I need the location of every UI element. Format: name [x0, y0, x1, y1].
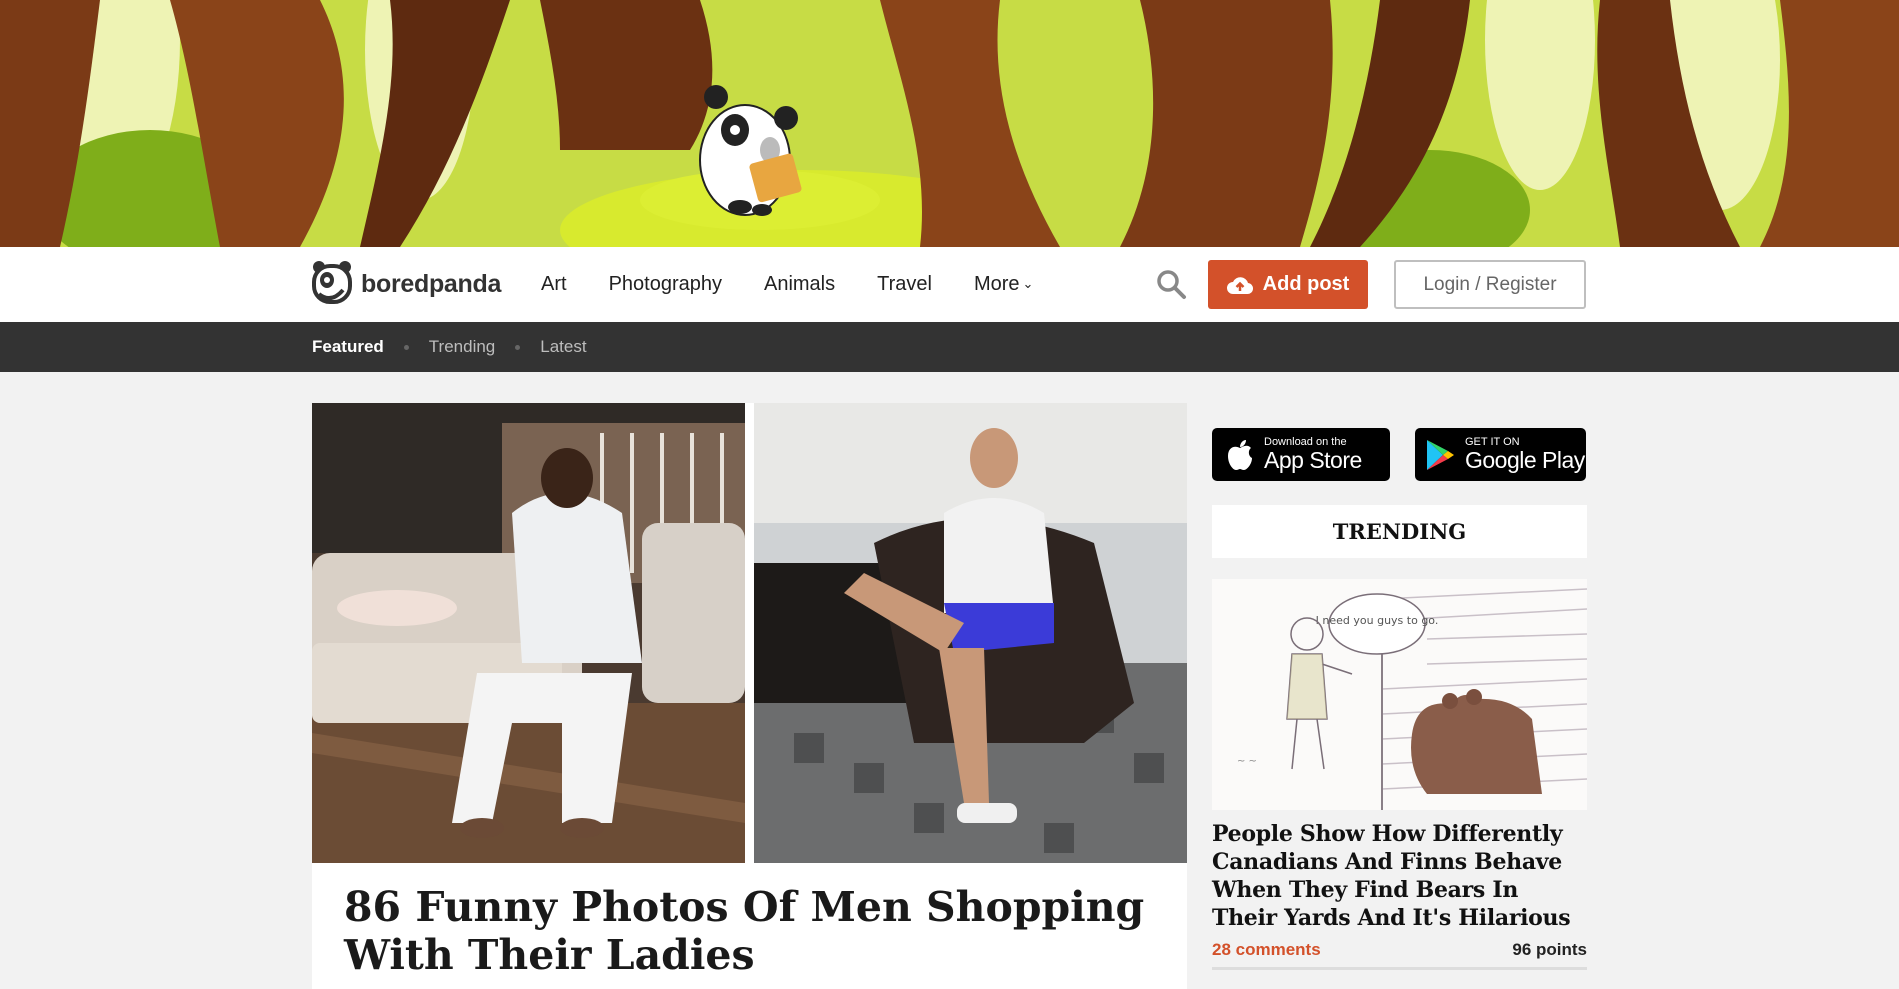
- separator-dot: [515, 344, 521, 350]
- category-menu: Art Photography Animals Travel More ⌄: [541, 247, 1075, 322]
- tab-featured[interactable]: Featured: [312, 337, 384, 357]
- header-banner: [0, 0, 1899, 247]
- nav-item-animals[interactable]: Animals: [764, 273, 835, 296]
- google-play-big-text: Google Play: [1465, 447, 1585, 473]
- app-store-button[interactable]: Download on the App Store: [1212, 428, 1390, 481]
- main-navbar: boredpanda Art Photography Animals Trave…: [0, 247, 1899, 322]
- featured-article-image[interactable]: [312, 403, 1187, 863]
- trending-post-card: I need you guys to go. ~ ~ People Show H…: [1212, 579, 1587, 970]
- trending-header: TRENDING: [1212, 505, 1587, 558]
- featured-article-card: 86 Funny Photos Of Men Shopping With The…: [312, 403, 1187, 989]
- photo-man-asleep-in-store: [312, 403, 745, 863]
- separator-dot: [403, 344, 409, 350]
- tab-latest[interactable]: Latest: [540, 337, 586, 357]
- nav-item-art[interactable]: Art: [541, 273, 567, 296]
- panda-logo-icon: [312, 261, 352, 304]
- add-post-button[interactable]: Add post: [1208, 260, 1368, 309]
- featured-article-title[interactable]: 86 Funny Photos Of Men Shopping With The…: [344, 883, 1164, 979]
- google-play-button[interactable]: GET IT ON Google Play: [1415, 428, 1586, 481]
- trending-post-image[interactable]: I need you guys to go. ~ ~: [1212, 579, 1587, 810]
- app-store-big-text: App Store: [1264, 447, 1362, 473]
- photo-man-sitting-in-mall: [754, 403, 1187, 863]
- tab-trending[interactable]: Trending: [429, 337, 495, 357]
- cloud-upload-icon: [1226, 276, 1253, 294]
- apple-icon: [1228, 439, 1252, 470]
- comic-bear-illustration: I need you guys to go. ~ ~: [1212, 579, 1587, 810]
- site-logo[interactable]: boredpanda: [311, 260, 501, 308]
- login-register-button[interactable]: Login / Register: [1394, 260, 1586, 309]
- trending-post-meta: 28 comments 96 points: [1212, 940, 1587, 960]
- brand-name: boredpanda: [361, 269, 502, 298]
- add-post-label: Add post: [1262, 273, 1350, 295]
- nav-item-travel[interactable]: Travel: [877, 273, 932, 296]
- feed-subnav: Featured Trending Latest: [0, 322, 1899, 372]
- chevron-down-icon: ⌄: [1022, 276, 1034, 291]
- divider: [1212, 967, 1587, 970]
- trending-post-points: 96 points: [1512, 940, 1587, 959]
- nav-item-photography[interactable]: Photography: [609, 273, 722, 296]
- nav-item-more[interactable]: More ⌄: [974, 273, 1033, 296]
- google-play-icon: [1427, 439, 1454, 470]
- nav-item-more-label: More: [973, 273, 1020, 295]
- forest-banner-illustration: [0, 0, 1899, 247]
- search-icon[interactable]: [1155, 268, 1187, 300]
- trending-post-title[interactable]: People Show How Differently Canadians An…: [1212, 820, 1587, 932]
- trending-post-comments-link[interactable]: 28 comments: [1212, 940, 1321, 960]
- svg-text:~ ~: ~ ~: [1237, 756, 1257, 767]
- comic-speech-text: I need you guys to go.: [1316, 614, 1439, 627]
